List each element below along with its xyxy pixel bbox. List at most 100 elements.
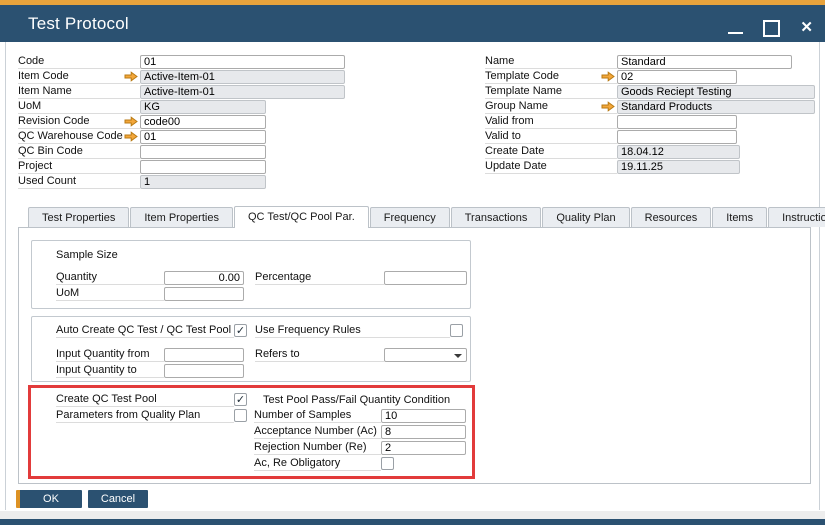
- tab-qc-test-qc-pool-par[interactable]: QC Test/QC Pool Par.: [234, 206, 369, 228]
- field-row-code: Code: [18, 54, 345, 69]
- chevron-down-icon: [454, 354, 462, 358]
- valid-from-label: Valid from: [485, 115, 534, 127]
- window-controls: ✕: [728, 18, 813, 38]
- obligatory-checkbox[interactable]: [381, 457, 394, 470]
- field-row-quantity: Quantity: [56, 270, 244, 285]
- field-row-use-frequency: Use Frequency Rules: [255, 323, 463, 338]
- params-plan-checkbox[interactable]: [234, 409, 247, 422]
- qty-to-input[interactable]: [164, 364, 244, 378]
- header-left-column: Code Item Code Item Name UoM Revision Co…: [18, 54, 345, 189]
- use-frequency-checkbox[interactable]: [450, 324, 463, 337]
- field-row-revision-code: Revision Code: [18, 114, 345, 129]
- field-row-obligatory: Ac, Re Obligatory: [254, 456, 394, 471]
- tab-item-properties[interactable]: Item Properties: [130, 207, 233, 227]
- qty-from-input[interactable]: [164, 348, 244, 362]
- field-row-qty-to: Input Quantity to: [56, 363, 244, 378]
- acceptance-input[interactable]: [381, 425, 466, 439]
- ok-button[interactable]: OK: [16, 490, 82, 508]
- cancel-button[interactable]: Cancel: [88, 490, 148, 508]
- test-protocol-window: Test Protocol ✕ Code Item Code Item Name…: [0, 0, 825, 525]
- field-row-create-pool: Create QC Test Pool: [56, 392, 247, 407]
- window-left-edge: [5, 42, 6, 510]
- field-row-qty-from: Input Quantity from: [56, 347, 244, 362]
- update-date-label: Update Date: [485, 160, 547, 172]
- field-row-rejection: Rejection Number (Re): [254, 440, 466, 455]
- revision-code-link-arrow-icon[interactable]: [124, 116, 138, 127]
- valid-to-label: Valid to: [485, 130, 521, 142]
- field-row-update-date: Update Date: [485, 159, 815, 174]
- template-code-input[interactable]: [617, 70, 737, 84]
- name-input[interactable]: [617, 55, 792, 69]
- qc-bin-input[interactable]: [140, 145, 266, 159]
- field-row-sample-uom: UoM: [56, 286, 244, 301]
- tab-instructions[interactable]: Instructions: [768, 207, 825, 227]
- params-plan-label: Parameters from Quality Plan: [56, 409, 200, 421]
- revision-code-input[interactable]: [140, 115, 266, 129]
- template-code-link-arrow-icon[interactable]: [601, 71, 615, 82]
- field-row-item-code: Item Code: [18, 69, 345, 84]
- create-pool-label: Create QC Test Pool: [56, 393, 157, 405]
- sample-size-group: Sample Size Quantity Percentage UoM: [31, 240, 471, 309]
- group-name-input[interactable]: [617, 100, 815, 114]
- qc-bin-label: QC Bin Code: [18, 145, 83, 157]
- highlight-box: Create QC Test Pool Parameters from Qual…: [28, 385, 475, 479]
- tab-frequency[interactable]: Frequency: [370, 207, 450, 227]
- tab-strip: Test Properties Item Properties QC Test/…: [28, 205, 825, 227]
- minimize-icon[interactable]: [728, 21, 743, 35]
- revision-code-label: Revision Code: [18, 115, 90, 127]
- auto-create-checkbox[interactable]: [234, 324, 247, 337]
- num-samples-input[interactable]: [381, 409, 466, 423]
- qc-warehouse-label: QC Warehouse Code: [18, 130, 123, 142]
- code-input[interactable]: [140, 55, 345, 69]
- refers-to-dropdown[interactable]: [384, 348, 467, 362]
- percentage-input[interactable]: [384, 271, 467, 285]
- item-code-link-arrow-icon[interactable]: [124, 71, 138, 82]
- field-row-uom: UoM: [18, 99, 345, 114]
- close-icon[interactable]: ✕: [800, 19, 813, 37]
- auto-create-group: Auto Create QC Test / QC Test Pool Use F…: [31, 316, 471, 382]
- valid-from-input[interactable]: [617, 115, 737, 129]
- field-row-item-name: Item Name: [18, 84, 345, 99]
- tab-resources[interactable]: Resources: [631, 207, 712, 227]
- footer-strip: [0, 511, 825, 519]
- tab-items[interactable]: Items: [712, 207, 767, 227]
- tab-transactions[interactable]: Transactions: [451, 207, 542, 227]
- qc-warehouse-link-arrow-icon[interactable]: [124, 131, 138, 142]
- field-row-params-plan: Parameters from Quality Plan: [56, 408, 247, 423]
- field-row-group-name: Group Name: [485, 99, 815, 114]
- auto-create-label: Auto Create QC Test / QC Test Pool: [56, 324, 231, 336]
- tab-panel: Sample Size Quantity Percentage UoM Auto…: [18, 227, 811, 484]
- field-row-used-count: Used Count: [18, 174, 345, 189]
- field-row-refers-to: Refers to: [255, 347, 467, 362]
- create-date-input[interactable]: [617, 145, 740, 159]
- create-pool-checkbox[interactable]: [234, 393, 247, 406]
- used-count-input[interactable]: [140, 175, 266, 189]
- update-date-input[interactable]: [617, 160, 740, 174]
- project-input[interactable]: [140, 160, 266, 174]
- percentage-label: Percentage: [255, 271, 311, 283]
- maximize-icon[interactable]: [763, 20, 780, 37]
- window-title: Test Protocol: [28, 14, 129, 34]
- tab-test-properties[interactable]: Test Properties: [28, 207, 129, 227]
- name-label: Name: [485, 55, 514, 67]
- item-code-input[interactable]: [140, 70, 345, 84]
- sample-uom-input[interactable]: [164, 287, 244, 301]
- quantity-input[interactable]: [164, 271, 244, 285]
- group-name-link-arrow-icon[interactable]: [601, 101, 615, 112]
- rejection-input[interactable]: [381, 441, 466, 455]
- qc-warehouse-input[interactable]: [140, 130, 266, 144]
- field-row-create-date: Create Date: [485, 144, 815, 159]
- template-name-input[interactable]: [617, 85, 815, 99]
- field-row-template-name: Template Name: [485, 84, 815, 99]
- field-row-qc-warehouse: QC Warehouse Code: [18, 129, 345, 144]
- field-row-percentage: Percentage: [255, 270, 467, 285]
- quantity-label: Quantity: [56, 271, 97, 283]
- tab-quality-plan[interactable]: Quality Plan: [542, 207, 629, 227]
- used-count-label: Used Count: [18, 175, 76, 187]
- item-name-input[interactable]: [140, 85, 345, 99]
- create-date-label: Create Date: [485, 145, 544, 157]
- uom-input[interactable]: [140, 100, 266, 114]
- titlebar[interactable]: Test Protocol ✕: [0, 5, 825, 42]
- valid-to-input[interactable]: [617, 130, 737, 144]
- acceptance-label: Acceptance Number (Ac): [254, 425, 377, 437]
